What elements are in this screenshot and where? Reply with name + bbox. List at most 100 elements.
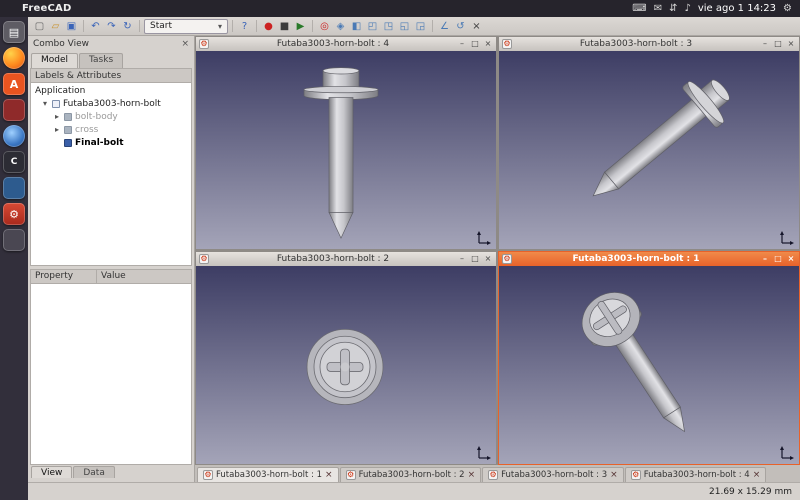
bolt-front-view xyxy=(196,51,496,249)
maximize-icon[interactable]: □ xyxy=(773,253,783,265)
macro-record-icon[interactable]: ● xyxy=(261,19,276,34)
viewport-titlebar[interactable]: ⚙ Futaba3003-horn-bolt : 3 – □ × xyxy=(499,37,799,51)
part-icon xyxy=(64,139,72,147)
minimize-icon[interactable]: – xyxy=(760,38,770,50)
tab-close-icon[interactable]: × xyxy=(468,470,476,480)
property-table-header: Property Value xyxy=(30,269,192,284)
labels-attributes-header: Labels & Attributes xyxy=(30,68,192,83)
viewport-3d-canvas[interactable] xyxy=(196,51,496,249)
doc-tab-1[interactable]: ⚙ Futaba3003-horn-bolt : 1 × xyxy=(197,467,339,482)
viewport-3d-canvas[interactable] xyxy=(499,51,799,249)
launcher-item-editor-icon[interactable]: A xyxy=(3,73,25,95)
part-icon xyxy=(64,126,72,134)
freecad-icon: ⚙ xyxy=(631,470,641,480)
sound-indicator-icon[interactable]: ♪ xyxy=(684,0,690,17)
view-rear-icon[interactable]: ◱ xyxy=(397,19,412,34)
tab-view[interactable]: View xyxy=(31,466,72,478)
rotate-left-icon[interactable]: ↺ xyxy=(453,19,468,34)
viewport-titlebar[interactable]: ⚙ Futaba3003-horn-bolt : 4 – □ × xyxy=(196,37,496,51)
mdi-column: ⚙ Futaba3003-horn-bolt : 4 – □ × xyxy=(195,36,800,482)
close-icon[interactable]: × xyxy=(483,253,493,265)
document-tab-bar: ⚙ Futaba3003-horn-bolt : 1 × ⚙ Futaba300… xyxy=(195,465,800,482)
tab-data[interactable]: Data xyxy=(73,466,115,478)
minimize-icon[interactable]: – xyxy=(760,253,770,265)
view-bottom-icon[interactable]: ◲ xyxy=(413,19,428,34)
unity-launcher: ▤ A C ⚙ xyxy=(0,17,28,500)
file-new-icon[interactable]: ▢ xyxy=(32,19,47,34)
close-view-icon[interactable]: × xyxy=(469,19,484,34)
doc-tab-label: Futaba3003-horn-bolt : 1 xyxy=(216,470,322,480)
doc-tab-2[interactable]: ⚙ Futaba3003-horn-bolt : 2 × xyxy=(340,467,482,482)
message-indicator-icon[interactable]: ✉ xyxy=(654,0,662,17)
bolt-top-view xyxy=(196,266,496,464)
viewport-3d-canvas[interactable] xyxy=(196,266,496,464)
tab-close-icon[interactable]: × xyxy=(325,470,333,480)
view-fit-icon[interactable]: ◎ xyxy=(317,19,332,34)
whatsthis-icon[interactable]: ? xyxy=(237,19,252,34)
expander-collapsed-icon[interactable]: ▸ xyxy=(53,112,61,121)
tab-close-icon[interactable]: × xyxy=(753,470,761,480)
clock[interactable]: vie ago 1 14:23 xyxy=(698,3,776,14)
close-icon[interactable]: × xyxy=(786,38,796,50)
doc-tab-label: Futaba3003-horn-bolt : 3 xyxy=(501,470,607,480)
workbench-selector[interactable]: Start ▾ xyxy=(144,19,228,34)
view-axonometric-icon[interactable]: ◈ xyxy=(333,19,348,34)
tab-close-icon[interactable]: × xyxy=(610,470,618,480)
doc-tab-4[interactable]: ⚙ Futaba3003-horn-bolt : 4 × xyxy=(625,467,767,482)
refresh-icon[interactable]: ↻ xyxy=(120,19,135,34)
viewport-titlebar[interactable]: ⚙ Futaba3003-horn-bolt : 2 – □ × xyxy=(196,252,496,266)
expander-collapsed-icon[interactable]: ▸ xyxy=(53,125,61,134)
tree-item-cross[interactable]: ▸ cross xyxy=(31,123,191,136)
dock-close-icon[interactable]: × xyxy=(181,39,189,49)
macro-execute-icon[interactable]: ▶ xyxy=(293,19,308,34)
toolbar-separator xyxy=(432,20,433,32)
save-icon[interactable]: ▣ xyxy=(64,19,79,34)
launcher-item-files-icon[interactable]: ▤ xyxy=(3,21,25,43)
maximize-icon[interactable]: □ xyxy=(470,253,480,265)
measure-icon[interactable]: ∠ xyxy=(437,19,452,34)
tab-model[interactable]: Model xyxy=(31,53,78,68)
maximize-icon[interactable]: □ xyxy=(773,38,783,50)
folder-open-icon[interactable]: ▱ xyxy=(48,19,63,34)
macro-stop-icon[interactable]: ■ xyxy=(277,19,292,34)
tree-item-document[interactable]: ▾ Futaba3003-horn-bolt xyxy=(31,97,191,110)
combo-view-tabs: Model Tasks xyxy=(28,51,194,68)
session-menu-icon[interactable]: ⚙ xyxy=(783,0,792,17)
maximize-icon[interactable]: □ xyxy=(470,38,480,50)
bolt-iso-view xyxy=(499,51,799,249)
viewport-3d-canvas[interactable] xyxy=(499,266,799,464)
viewport-titlebar[interactable]: ⚙ Futaba3003-horn-bolt : 1 – □ × xyxy=(499,252,799,266)
launcher-item-ide-icon[interactable] xyxy=(3,177,25,199)
status-bar: 21.69 x 15.29 mm xyxy=(28,482,800,500)
model-tree: Application ▾ Futaba3003-horn-bolt ▸ bol… xyxy=(30,83,192,266)
launcher-item-terminal-icon[interactable]: C xyxy=(3,151,25,173)
undo-icon[interactable]: ↶ xyxy=(88,19,103,34)
redo-icon[interactable]: ↷ xyxy=(104,19,119,34)
tree-item-final-bolt[interactable]: Final-bolt xyxy=(31,136,191,149)
expander-expanded-icon[interactable]: ▾ xyxy=(41,99,49,108)
network-indicator-icon[interactable]: ⇵ xyxy=(669,0,677,17)
freecad-icon: ⚙ xyxy=(199,254,209,264)
launcher-item-utility-icon[interactable] xyxy=(3,229,25,251)
axis-indicator-icon xyxy=(477,231,491,245)
launcher-item-freecad-icon[interactable]: ⚙ xyxy=(3,203,25,225)
bolt-iso-head-view xyxy=(499,266,799,464)
launcher-item-browser-icon[interactable] xyxy=(3,125,25,147)
view-right-icon[interactable]: ◳ xyxy=(381,19,396,34)
doc-tab-3[interactable]: ⚙ Futaba3003-horn-bolt : 3 × xyxy=(482,467,624,482)
freecad-icon: ⚙ xyxy=(203,470,213,480)
view-top-icon[interactable]: ◰ xyxy=(365,19,380,34)
minimize-icon[interactable]: – xyxy=(457,38,467,50)
close-icon[interactable]: × xyxy=(786,253,796,265)
tab-tasks[interactable]: Tasks xyxy=(79,53,123,68)
close-icon[interactable]: × xyxy=(483,38,493,50)
tree-root-application[interactable]: Application xyxy=(31,84,191,97)
launcher-item-media-icon[interactable] xyxy=(3,99,25,121)
view-front-icon[interactable]: ◧ xyxy=(349,19,364,34)
keyboard-indicator-icon[interactable]: ⌨ xyxy=(632,0,646,17)
workspace: Combo View × Model Tasks Labels & Attrib… xyxy=(28,36,800,482)
minimize-icon[interactable]: – xyxy=(457,253,467,265)
launcher-item-firefox-icon[interactable] xyxy=(3,47,25,69)
tree-item-bolt-body[interactable]: ▸ bolt-body xyxy=(31,110,191,123)
freecad-icon: ⚙ xyxy=(346,470,356,480)
